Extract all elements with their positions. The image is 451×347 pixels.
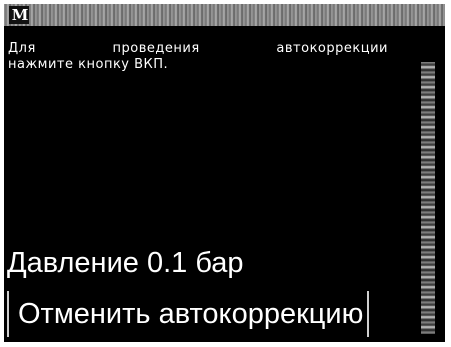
instruction-text: Для проведения автокоррекции нажмите кно… [8, 41, 388, 73]
title-bar: M [4, 4, 445, 26]
instruction-word: Для [8, 41, 36, 56]
cancel-autocorrection-button[interactable]: Отменить автокоррекцию [7, 291, 370, 337]
pressure-readout: Давление 0.1 бар [7, 247, 244, 279]
instruction-line-2: нажмите кнопку ВКП. [8, 57, 169, 72]
instruction-word: проведения [112, 41, 200, 56]
instruction-word: автокоррекции [276, 41, 388, 56]
app-logo-icon: M [9, 6, 29, 24]
scrollbar[interactable] [421, 62, 435, 334]
device-screen: M Для проведения автокоррекции нажмите к… [4, 4, 445, 342]
instruction-line-1: Для проведения автокоррекции [8, 41, 388, 57]
